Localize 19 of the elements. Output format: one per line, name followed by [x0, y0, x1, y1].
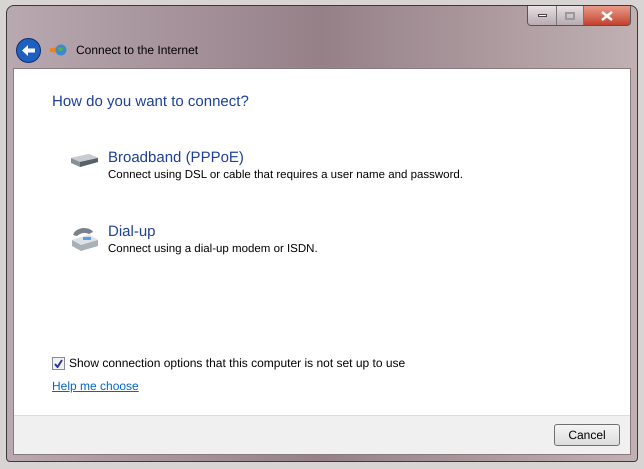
- checkbox-label: Show connection options that this computer is not set up to use: [69, 355, 406, 372]
- option-title[interactable]: Dial-up: [108, 222, 318, 241]
- help-link[interactable]: Help me choose: [52, 377, 139, 395]
- back-button[interactable]: [16, 38, 41, 62]
- cancel-button[interactable]: Cancel: [554, 424, 620, 446]
- close-icon: [601, 10, 613, 20]
- check-icon: [54, 358, 63, 368]
- option-description: Connect using a dial-up modem or ISDN.: [108, 242, 318, 257]
- page-heading: How do you want to connect?: [52, 92, 250, 112]
- globe-icon: [50, 43, 67, 57]
- maximize-button[interactable]: [557, 6, 584, 25]
- close-button[interactable]: [584, 6, 630, 25]
- checkbox[interactable]: [52, 356, 65, 370]
- minimize-button[interactable]: [528, 6, 557, 25]
- window-title: Connect to the Internet: [76, 42, 198, 59]
- modem-icon: [69, 152, 99, 168]
- telephone-icon: [69, 226, 99, 252]
- option-description: Connect using DSL or cable that requires a user name and password.: [108, 168, 463, 182]
- option-title[interactable]: Broadband (PPPoE): [108, 148, 463, 166]
